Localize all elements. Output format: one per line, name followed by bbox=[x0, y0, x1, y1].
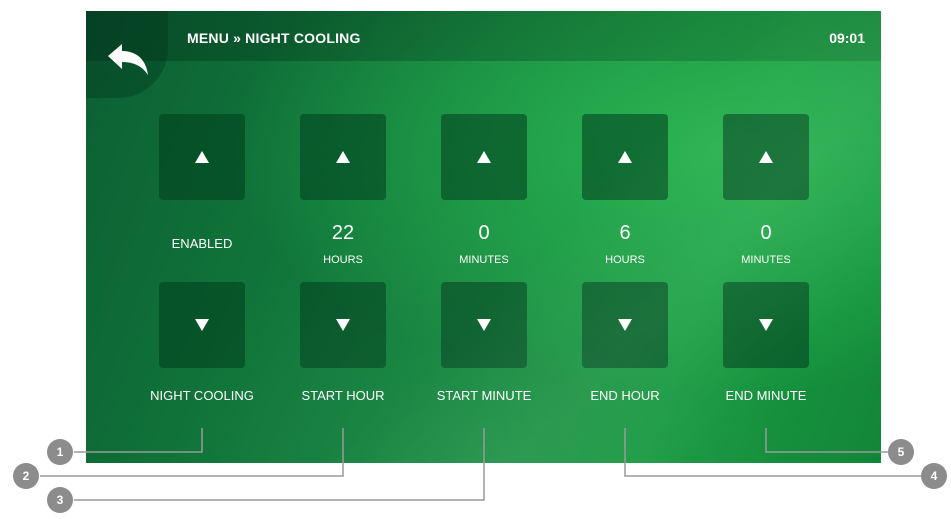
start-minute-up-button[interactable] bbox=[441, 114, 527, 200]
figure: MENU » NIGHT COOLING 09:01 ENABLED NIGHT… bbox=[0, 0, 951, 519]
clock: 09:01 bbox=[829, 30, 865, 46]
callout-marker-1: 1 bbox=[47, 439, 73, 465]
triangle-down-icon bbox=[477, 319, 491, 331]
start-minute-down-button[interactable] bbox=[441, 282, 527, 368]
night-cooling-label: NIGHT COOLING bbox=[150, 388, 254, 403]
end-hour-label: END HOUR bbox=[590, 388, 660, 403]
start-hour-unit: HOURS bbox=[323, 254, 363, 266]
start-minute-value: 0 bbox=[478, 222, 490, 244]
triangle-up-icon bbox=[759, 151, 773, 163]
callout-marker-5: 5 bbox=[888, 439, 914, 465]
triangle-down-icon bbox=[336, 319, 350, 331]
start-hour-up-button[interactable] bbox=[300, 114, 386, 200]
callout-marker-3: 3 bbox=[47, 487, 73, 513]
night-cooling-screen: MENU » NIGHT COOLING 09:01 ENABLED NIGHT… bbox=[86, 11, 881, 463]
night-cooling-down-button[interactable] bbox=[159, 282, 245, 368]
end-hour-up-button[interactable] bbox=[582, 114, 668, 200]
back-arrow-icon bbox=[108, 44, 148, 75]
end-hour-unit: HOURS bbox=[605, 254, 645, 266]
end-minute-down-button[interactable] bbox=[723, 282, 809, 368]
end-minute-label: END MINUTE bbox=[725, 388, 807, 403]
triangle-down-icon bbox=[618, 319, 632, 331]
callout-marker-2: 2 bbox=[13, 463, 39, 489]
breadcrumb: MENU » NIGHT COOLING bbox=[187, 30, 361, 46]
start-hour-label: START HOUR bbox=[301, 388, 385, 403]
callout-marker-4: 4 bbox=[921, 463, 947, 489]
night-cooling-value: ENABLED bbox=[171, 236, 233, 251]
triangle-down-icon bbox=[759, 319, 773, 331]
end-hour-down-button[interactable] bbox=[582, 282, 668, 368]
start-hour-value: 22 bbox=[331, 222, 355, 244]
triangle-up-icon bbox=[195, 151, 209, 163]
end-minute-value: 0 bbox=[760, 222, 772, 244]
triangle-down-icon bbox=[195, 319, 209, 331]
start-hour-down-button[interactable] bbox=[300, 282, 386, 368]
end-hour-value: 6 bbox=[619, 222, 631, 244]
end-minute-unit: MINUTES bbox=[741, 254, 791, 266]
triangle-up-icon bbox=[618, 151, 632, 163]
back-button[interactable] bbox=[104, 41, 154, 81]
start-minute-unit: MINUTES bbox=[459, 254, 509, 266]
night-cooling-up-button[interactable] bbox=[159, 114, 245, 200]
triangle-up-icon bbox=[336, 151, 350, 163]
start-minute-label: START MINUTE bbox=[436, 388, 532, 403]
end-minute-up-button[interactable] bbox=[723, 114, 809, 200]
triangle-up-icon bbox=[477, 151, 491, 163]
